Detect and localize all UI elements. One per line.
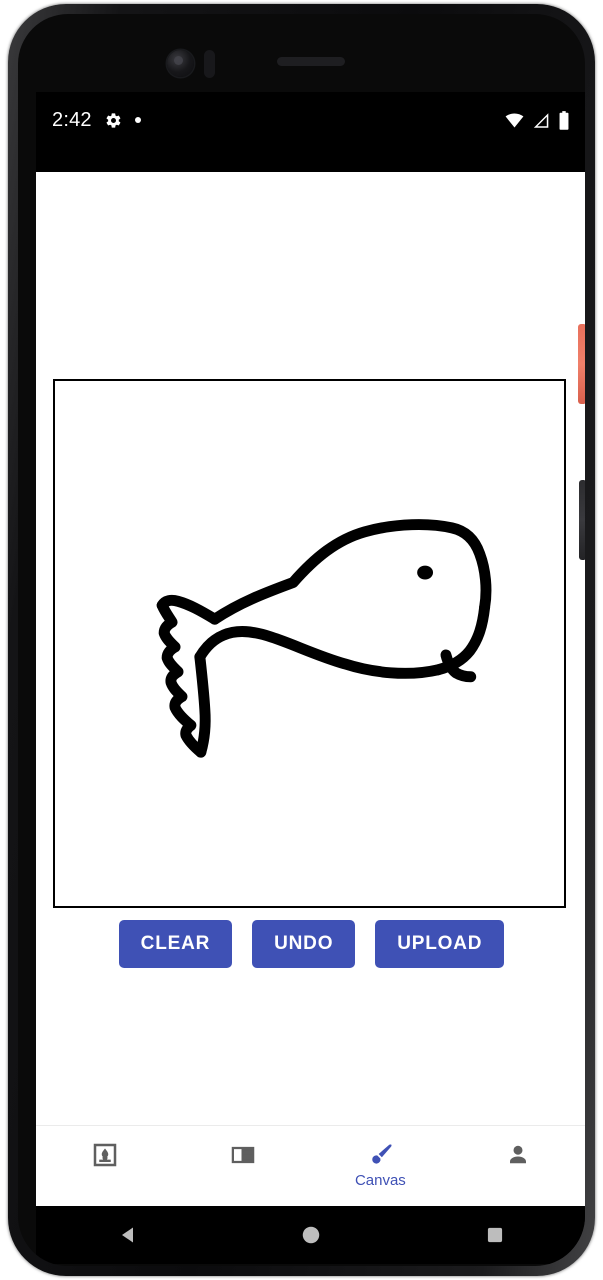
nav-item-fireplace[interactable] [36,1126,174,1206]
power-button[interactable] [578,324,585,404]
person-icon [503,1140,533,1170]
back-triangle-icon [121,1227,133,1243]
home-button[interactable] [281,1215,341,1255]
canvas-action-buttons: CLEAR UNDO UPLOAD [36,920,585,968]
status-bar: 2:42 [36,92,585,172]
back-button[interactable] [98,1215,158,1255]
recents-button[interactable] [465,1215,525,1255]
fireplace-icon [90,1140,120,1170]
phone-screen-bezel: 2:42 CLEAR UNDO UPLOAD Canvas [18,14,585,1266]
earpiece-speaker [277,57,345,66]
home-circle-icon [303,1226,320,1244]
bottom-navigation-bar: Canvas [36,1125,585,1206]
status-bar-left-cluster: 2:42 [52,110,141,130]
fish-drawing [156,519,492,758]
paintbrush-icon [365,1140,395,1170]
recents-square-icon [488,1227,503,1243]
volume-button[interactable] [579,480,585,560]
android-system-navigation-bar [36,1206,585,1264]
front-camera-icon [167,50,194,77]
cellular-signal-icon [532,112,551,129]
device-screen: 2:42 CLEAR UNDO UPLOAD Canvas [36,92,585,1206]
gear-icon [105,112,122,129]
fish-eye [417,565,434,580]
proximity-sensor-icon [204,50,215,78]
app-content: CLEAR UNDO UPLOAD Canvas [36,172,585,1206]
status-bar-clock: 2:42 [52,109,92,131]
nav-item-canvas[interactable]: Canvas [312,1126,450,1206]
drawing-canvas[interactable] [53,379,566,908]
nav-item-profile[interactable] [449,1126,585,1206]
nav-item-articles[interactable] [174,1126,312,1206]
nav-item-canvas-label: Canvas [354,1172,406,1189]
article-icon [228,1140,258,1170]
battery-icon [558,111,570,130]
phone-device-frame: 2:42 CLEAR UNDO UPLOAD Canvas [8,4,595,1276]
notification-dot-icon [134,117,141,123]
clear-button[interactable]: CLEAR [118,920,233,968]
wifi-icon [504,112,525,129]
status-bar-right-cluster [504,111,570,130]
undo-button[interactable]: UNDO [252,920,356,968]
upload-button[interactable]: UPLOAD [375,920,505,968]
